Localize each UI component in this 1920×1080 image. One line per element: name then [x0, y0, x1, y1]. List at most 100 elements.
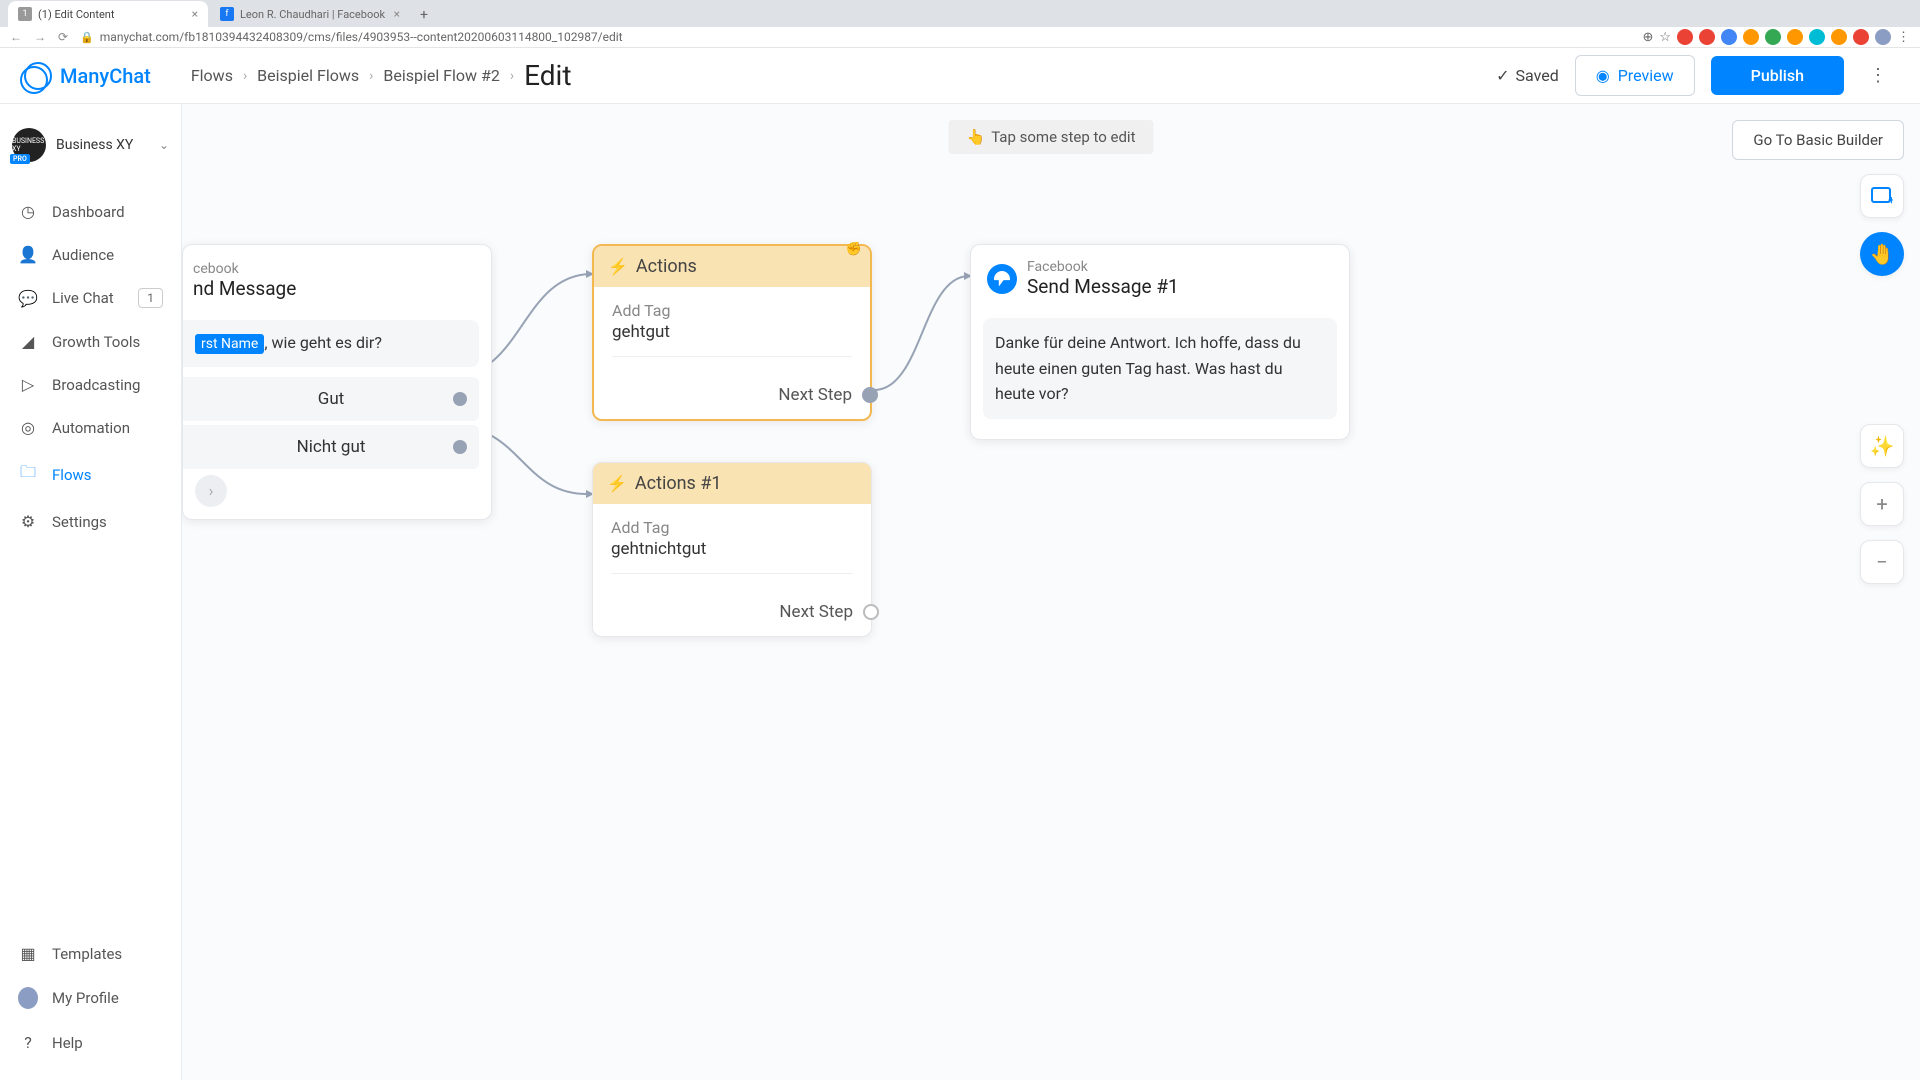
address-row: ← → ⟳ 🔒 manychat.com/fb181039443240830​9…: [0, 27, 1920, 47]
browser-tab-active[interactable]: 1 (1) Edit Content ×: [8, 1, 208, 27]
connector-dot[interactable]: [453, 440, 467, 454]
crumb-flow[interactable]: Beispiel Flow #2: [383, 66, 500, 85]
nav-label: Flows: [52, 466, 92, 484]
star-icon[interactable]: ☆: [1659, 30, 1671, 45]
sidebar: BUSINESS XY PRO Business XY ⌄ ◷ Dashboar…: [0, 104, 182, 1080]
node-header: ⚡ Actions: [594, 246, 870, 287]
action-value: gehtnichtgut: [611, 539, 853, 559]
go-basic-button[interactable]: Go To Basic Builder: [1732, 120, 1904, 160]
forward-icon[interactable]: →: [34, 30, 46, 44]
app-header: ManyChat Flows › Beispiel Flows › Beispi…: [0, 48, 1920, 104]
magic-button[interactable]: ✨: [1860, 424, 1904, 468]
hand-button[interactable]: 🤚: [1860, 232, 1904, 276]
zoom-out-button[interactable]: −: [1860, 540, 1904, 584]
action-body[interactable]: Add Tag gehtgut ✊: [594, 287, 870, 381]
profile-icon[interactable]: [1875, 29, 1891, 45]
bolt-icon: ⚡: [608, 257, 628, 276]
folder-icon: 🗀: [18, 461, 38, 488]
browser-tab[interactable]: f Leon R. Chaudhari | Facebook ×: [210, 1, 410, 27]
saved-label: Saved: [1515, 66, 1558, 85]
new-tab-button[interactable]: +: [412, 3, 436, 27]
sidebar-item-audience[interactable]: 👤 Audience: [0, 233, 181, 276]
nav-label: Audience: [52, 246, 114, 264]
preview-button[interactable]: ◉ Preview: [1575, 55, 1695, 96]
connector-dot[interactable]: [862, 387, 878, 403]
quick-reply-nichtgut[interactable]: Nicht gut: [183, 425, 479, 469]
chevron-right-icon: ›: [369, 68, 373, 84]
tab-favicon: f: [220, 7, 234, 21]
sidebar-item-growth[interactable]: ◢ Growth Tools: [0, 320, 181, 363]
node-title: Send Message #1: [1027, 275, 1179, 298]
action-body[interactable]: Add Tag gehtnichtgut: [593, 504, 871, 598]
node-title: nd Message: [193, 277, 296, 300]
add-card-button[interactable]: +: [1860, 174, 1904, 218]
business-selector[interactable]: BUSINESS XY PRO Business XY ⌄: [0, 120, 181, 170]
svg-text:+: +: [1888, 193, 1893, 205]
chevron-down-icon: ⌄: [159, 138, 169, 152]
drag-icon[interactable]: ✊: [846, 242, 862, 257]
logo[interactable]: ManyChat: [24, 62, 151, 90]
crumb-flows[interactable]: Flows: [191, 66, 233, 85]
add-reply-button[interactable]: ›: [195, 475, 227, 507]
extension-icon[interactable]: [1699, 29, 1715, 45]
growth-icon: ◢: [18, 332, 38, 351]
node-send-message-1[interactable]: Facebook Send Message #1 Danke für deine…: [970, 244, 1350, 440]
tab-title: Leon R. Chaudhari | Facebook: [240, 8, 385, 21]
action-label: Add Tag: [611, 518, 853, 537]
extension-icon[interactable]: [1743, 29, 1759, 45]
sidebar-item-automation[interactable]: ◎ Automation: [0, 406, 181, 449]
connector-dot-empty[interactable]: [863, 604, 879, 620]
chevron-right-icon: ›: [510, 68, 514, 84]
node-send-message[interactable]: cebook nd Message rst Name, wie geht es …: [182, 244, 492, 520]
sidebar-item-livechat[interactable]: 💬 Live Chat 1: [0, 276, 181, 320]
next-label: Next Step: [779, 602, 853, 622]
extension-icon[interactable]: [1677, 29, 1693, 45]
node-actions-1[interactable]: ⚡ Actions #1 Add Tag gehtnichtgut Next S…: [592, 462, 872, 637]
message-text[interactable]: rst Name, wie geht es dir?: [183, 320, 479, 367]
next-step[interactable]: Next Step: [593, 598, 871, 636]
close-icon[interactable]: ×: [394, 7, 400, 21]
quick-reply-gut[interactable]: Gut: [183, 377, 479, 421]
sidebar-item-settings[interactable]: ⚙ Settings: [0, 500, 181, 543]
livechat-badge: 1: [138, 288, 163, 308]
extension-icon[interactable]: [1721, 29, 1737, 45]
tab-favicon: 1: [18, 7, 32, 21]
nav-label: Dashboard: [52, 203, 125, 221]
sidebar-item-help[interactable]: ? Help: [0, 1021, 181, 1064]
sidebar-item-broadcasting[interactable]: ▷ Broadcasting: [0, 363, 181, 406]
logo-text: ManyChat: [60, 64, 151, 88]
main: BUSINESS XY PRO Business XY ⌄ ◷ Dashboar…: [0, 104, 1920, 1080]
connector-dot[interactable]: [453, 392, 467, 406]
sidebar-item-templates[interactable]: ▦ Templates: [0, 932, 181, 975]
extension-icon[interactable]: [1809, 29, 1825, 45]
canvas-tools-mid: ✨ + −: [1860, 424, 1904, 584]
extension-icon[interactable]: [1831, 29, 1847, 45]
extension-icon[interactable]: [1765, 29, 1781, 45]
crumb-folder[interactable]: Beispiel Flows: [257, 66, 359, 85]
publish-button[interactable]: Publish: [1711, 56, 1844, 95]
close-icon[interactable]: ×: [192, 7, 198, 21]
zoom-in-button[interactable]: +: [1860, 482, 1904, 526]
bolt-icon: ⚡: [607, 474, 627, 493]
menu-icon[interactable]: ⋮: [1897, 30, 1910, 45]
node-platform: Facebook: [1027, 259, 1179, 275]
sidebar-item-profile[interactable]: My Profile: [0, 975, 181, 1021]
translate-icon[interactable]: ⊕: [1642, 30, 1653, 45]
sidebar-item-flows[interactable]: 🗀 Flows: [0, 449, 181, 500]
address-bar[interactable]: 🔒 manychat.com/fb181039443240830​9/cms/f…: [80, 30, 1630, 44]
message-text[interactable]: Danke für deine Antwort. Ich hoffe, dass…: [983, 318, 1337, 419]
node-actions[interactable]: ⚡ Actions Add Tag gehtgut ✊ Next Step: [592, 244, 872, 421]
header-actions: ✓ Saved ◉ Preview Publish ⋮: [1496, 55, 1896, 96]
next-step[interactable]: Next Step: [594, 381, 870, 419]
extension-icon[interactable]: [1787, 29, 1803, 45]
reload-icon[interactable]: ⟳: [58, 30, 68, 44]
sidebar-item-dashboard[interactable]: ◷ Dashboard: [0, 190, 181, 233]
more-button[interactable]: ⋮: [1860, 58, 1896, 94]
back-icon[interactable]: ←: [10, 30, 22, 44]
card-icon: +: [1871, 187, 1893, 205]
gear-icon: ⚙: [18, 512, 38, 531]
user-icon: 👤: [18, 245, 38, 264]
flow-canvas[interactable]: 👆 Tap some step to edit Go To Basic Buil…: [182, 104, 1920, 1080]
extension-icon[interactable]: [1853, 29, 1869, 45]
business-name: Business XY: [56, 137, 149, 153]
